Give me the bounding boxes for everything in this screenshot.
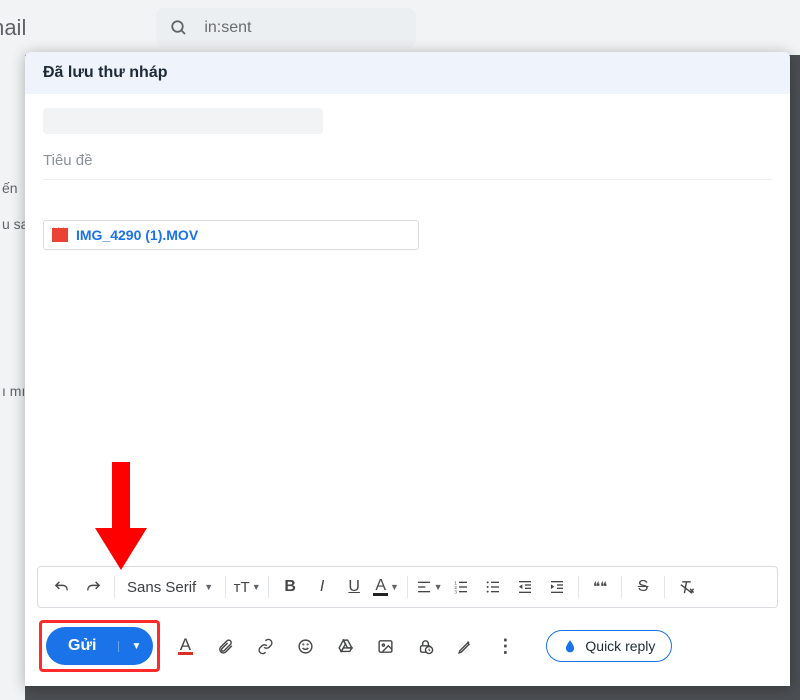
quote-button[interactable]: ❝❝ [585, 573, 615, 601]
separator [664, 576, 665, 598]
compose-body: Tiêu đề IMG_4290 (1).MOV [25, 94, 790, 566]
compose-message-area[interactable]: IMG_4290 (1).MOV [43, 180, 772, 566]
text-color-button[interactable]: A [170, 631, 200, 661]
chevron-down-icon: ▼ [434, 582, 443, 592]
chevron-down-icon: ▼ [390, 582, 399, 592]
font-size-button[interactable]: тT ▼ [232, 573, 262, 601]
send-button-highlight: Gửi ▼ [39, 620, 160, 672]
formatting-toolbar: Sans Serif ▼ тT ▼ B I U A ▼ ▼ 123 [37, 566, 778, 608]
font-family-select[interactable]: Sans Serif ▼ [121, 579, 219, 596]
bold-button[interactable]: B [275, 573, 305, 601]
italic-button[interactable]: I [307, 573, 337, 601]
logo-fragment: mail [0, 15, 26, 41]
bulleted-list-button[interactable] [478, 573, 508, 601]
separator [268, 576, 269, 598]
attachment-filename: IMG_4290 (1).MOV [76, 227, 198, 243]
insert-photo-button[interactable] [370, 631, 400, 661]
compose-window: Đã lưu thư nháp Tiêu đề IMG_4290 (1).MOV… [25, 52, 790, 686]
background-search-bar: in:sent [156, 8, 416, 48]
chevron-down-icon: ▼ [204, 582, 213, 592]
text-color-button[interactable]: A ▼ [371, 573, 401, 601]
underline-button[interactable]: U [339, 573, 369, 601]
separator [114, 576, 115, 598]
numbered-list-button[interactable]: 123 [446, 573, 476, 601]
indent-more-button[interactable] [542, 573, 572, 601]
search-icon [170, 19, 188, 37]
confidential-mode-button[interactable] [410, 631, 440, 661]
quick-reply-button[interactable]: Quick reply [546, 630, 672, 662]
background-header: mail in:sent [0, 0, 800, 55]
attachment-chip[interactable]: IMG_4290 (1).MOV [43, 220, 419, 250]
align-button[interactable]: ▼ [414, 573, 444, 601]
separator [407, 576, 408, 598]
recipient-chip-placeholder [43, 108, 323, 134]
strikethrough-button[interactable]: S [628, 573, 658, 601]
insert-emoji-button[interactable] [290, 631, 320, 661]
send-button[interactable]: Gửi ▼ [46, 627, 153, 665]
compose-bottom-toolbar: Gửi ▼ A ⋮ Quic [25, 608, 790, 686]
indent-less-button[interactable] [510, 573, 540, 601]
remove-formatting-button[interactable] [671, 573, 701, 601]
undo-button[interactable] [46, 573, 76, 601]
video-file-icon [52, 228, 68, 242]
separator [621, 576, 622, 598]
svg-text:3: 3 [454, 590, 457, 595]
compose-header: Đã lưu thư nháp [25, 52, 790, 94]
attach-file-button[interactable] [210, 631, 240, 661]
separator [578, 576, 579, 598]
quick-reply-label: Quick reply [585, 638, 655, 654]
water-drop-icon [563, 638, 577, 654]
more-options-button[interactable]: ⋮ [490, 631, 520, 661]
search-value: in:sent [204, 19, 251, 37]
insert-signature-button[interactable] [450, 631, 480, 661]
send-more-options[interactable]: ▼ [118, 641, 153, 652]
redo-button[interactable] [78, 573, 108, 601]
insert-drive-button[interactable] [330, 631, 360, 661]
separator [225, 576, 226, 598]
subject-input[interactable]: Tiêu đề [43, 134, 772, 180]
send-button-label: Gửi [46, 637, 118, 655]
recipients-row[interactable] [43, 94, 772, 134]
chevron-down-icon: ▼ [252, 582, 261, 592]
insert-link-button[interactable] [250, 631, 280, 661]
